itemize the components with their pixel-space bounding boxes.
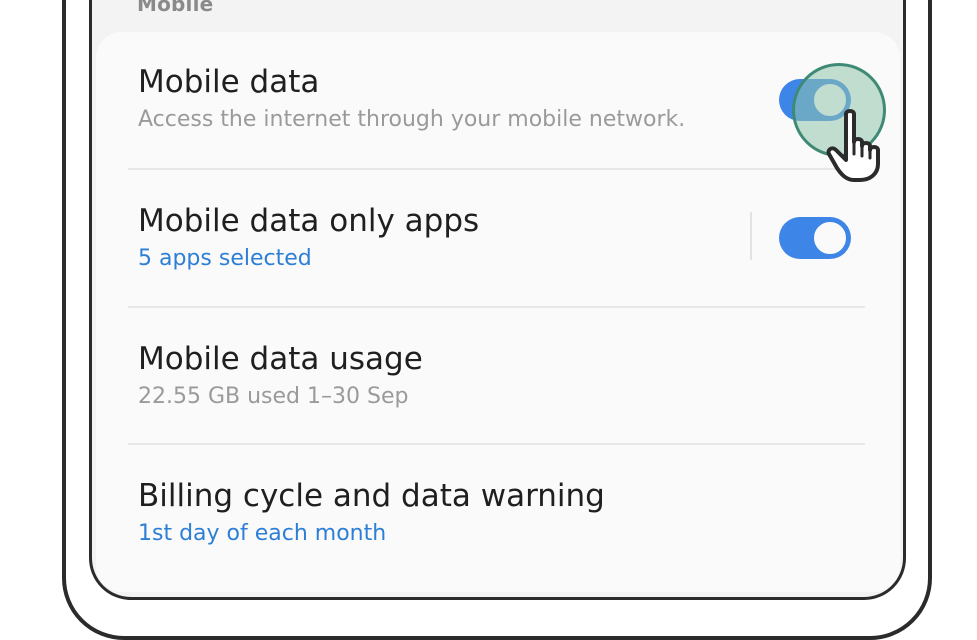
setting-description: 22.55 GB used 1–30 Sep xyxy=(138,384,409,409)
vertical-separator xyxy=(750,212,752,260)
setting-mobile-data-usage[interactable]: Mobile data usage 22.55 GB used 1–30 Sep xyxy=(138,341,865,411)
setting-description: Access the internet through your mobile … xyxy=(138,107,686,132)
setting-mobile-data[interactable]: Mobile data Access the internet through … xyxy=(138,64,865,134)
setting-title: Mobile data xyxy=(138,64,320,100)
setting-mobile-data-only-apps[interactable]: Mobile data only apps 5 apps selected xyxy=(138,203,865,273)
pointing-hand-icon xyxy=(826,109,880,182)
section-header: Mobile xyxy=(137,0,214,16)
divider xyxy=(128,306,865,308)
setting-status: 5 apps selected xyxy=(138,246,312,271)
setting-title: Mobile data only apps xyxy=(138,203,480,239)
setting-status: 1st day of each month xyxy=(138,521,387,546)
setting-title: Mobile data usage xyxy=(138,341,423,377)
setting-billing-cycle[interactable]: Billing cycle and data warning 1st day o… xyxy=(138,478,865,548)
setting-title: Billing cycle and data warning xyxy=(138,478,605,514)
divider xyxy=(128,443,865,445)
divider xyxy=(128,168,865,170)
toggle-knob xyxy=(811,219,849,257)
mobile-data-only-apps-toggle[interactable] xyxy=(779,217,851,259)
